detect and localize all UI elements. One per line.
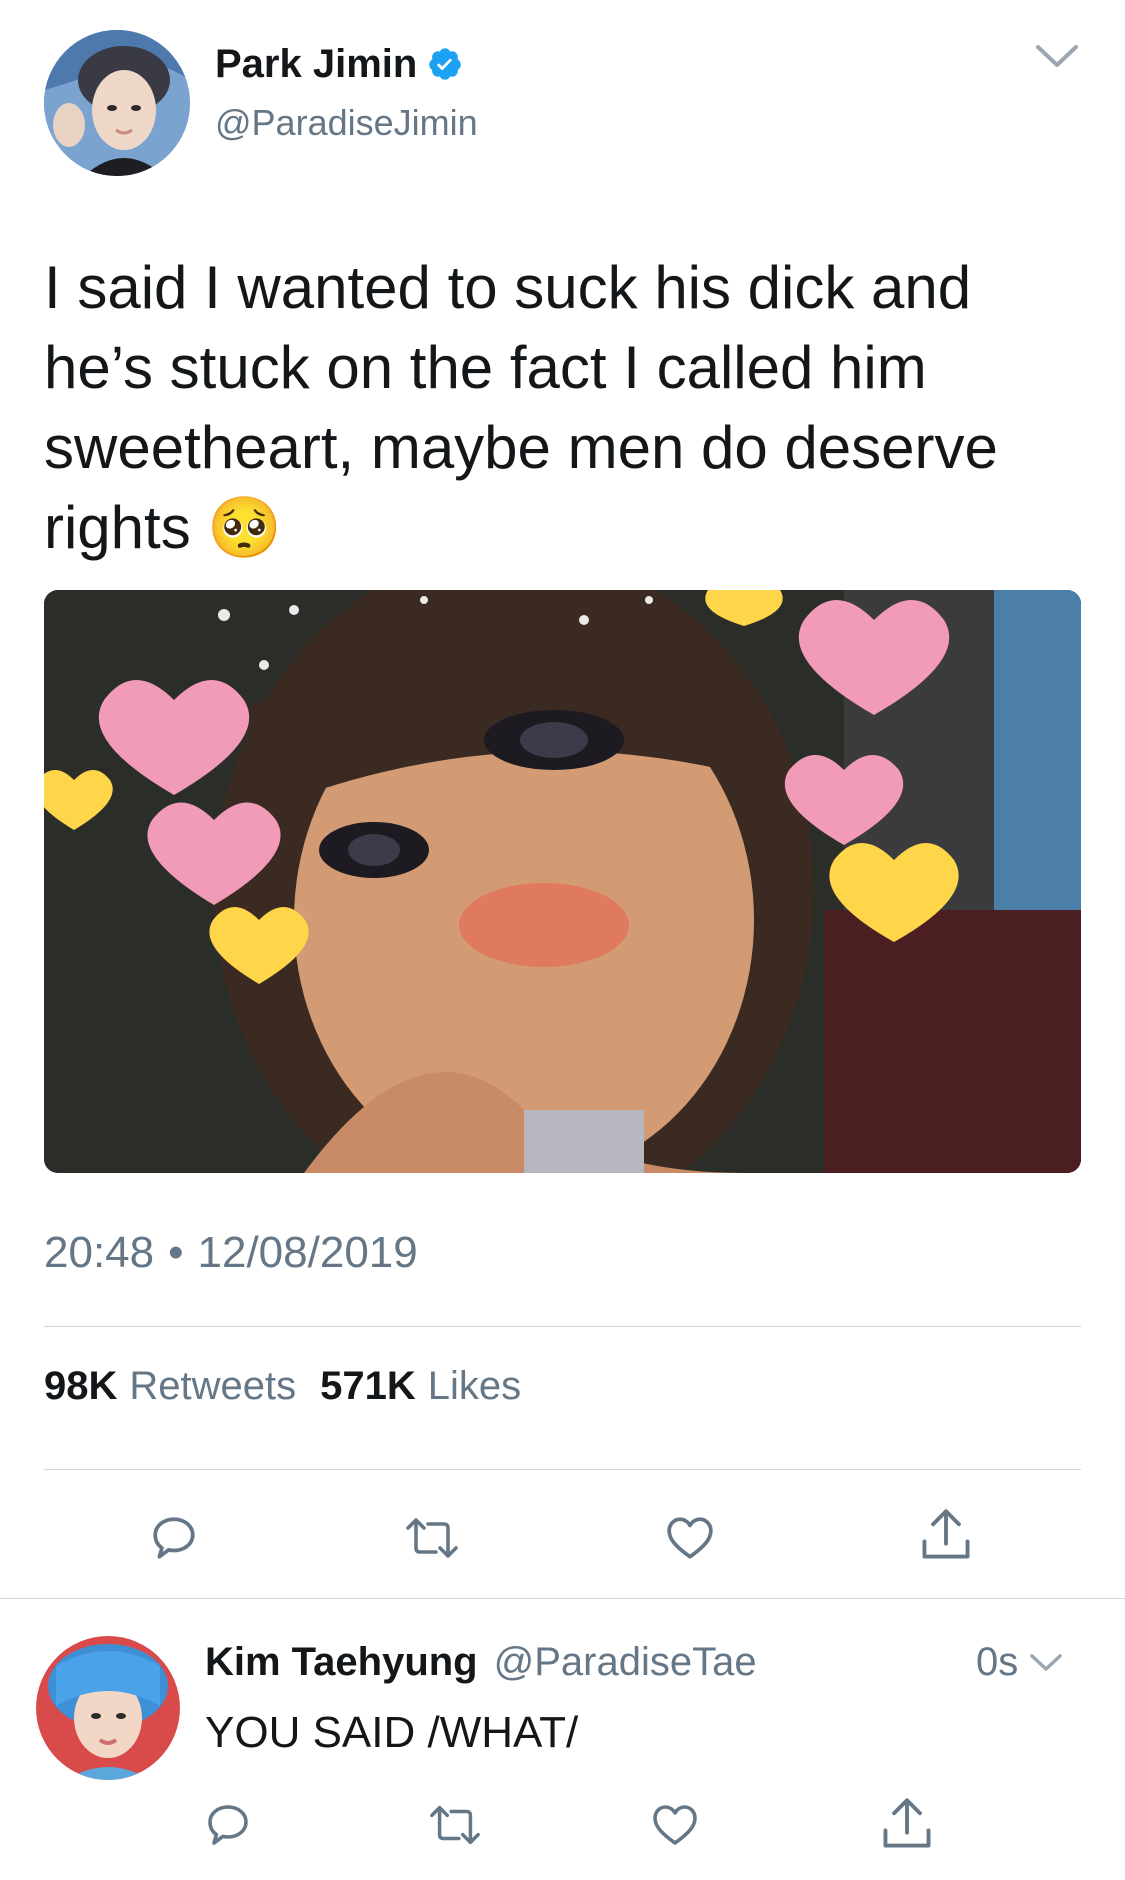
retweets-count: 98K: [44, 1364, 118, 1408]
timestamp-row: 20:48 • 12/08/2019: [44, 1228, 418, 1278]
reply-action-retweet-icon[interactable]: [424, 1796, 486, 1854]
divider-2: [44, 1469, 1081, 1470]
tweet-image[interactable]: [44, 590, 1081, 1173]
reply-meta: 0s: [976, 1636, 1064, 1688]
engagement-stats: 98K Retweets 571K Likes: [44, 1364, 521, 1409]
tweet-date: 12/08/2019: [197, 1228, 418, 1277]
likes-count: 571K: [320, 1364, 416, 1408]
reply-chevron-down-icon[interactable]: [1028, 1650, 1064, 1674]
reply-header: Kim Taehyung @ParadiseTae: [205, 1636, 757, 1688]
reply-text: YOU SAID /WHAT/: [205, 1708, 579, 1757]
likes-label: Likes: [427, 1364, 522, 1408]
divider-1: [44, 1326, 1081, 1327]
reply-author-avatar[interactable]: [36, 1636, 180, 1780]
heart-icon[interactable]: [660, 1508, 720, 1568]
reply-author-name[interactable]: Kim Taehyung: [205, 1640, 478, 1685]
reply-author-handle[interactable]: @ParadiseTae: [494, 1640, 757, 1685]
author-name-row: Park Jimin: [215, 38, 463, 90]
reply-icon[interactable]: [144, 1508, 204, 1568]
verified-badge-icon: [427, 46, 463, 82]
share-icon[interactable]: [916, 1502, 976, 1568]
timestamp-separator: •: [168, 1228, 184, 1277]
retweets-stat[interactable]: 98K Retweets: [44, 1364, 296, 1409]
tweet-time: 20:48: [44, 1228, 155, 1277]
author-name[interactable]: Park Jimin: [215, 42, 417, 87]
tweet-text: I said I wanted to suck his dick and he’…: [44, 254, 998, 561]
divider-3: [0, 1598, 1125, 1599]
retweets-label: Retweets: [129, 1364, 297, 1408]
reply-action-reply-icon[interactable]: [200, 1796, 256, 1854]
reply-action-share-icon[interactable]: [876, 1792, 938, 1856]
retweet-icon[interactable]: [400, 1508, 464, 1568]
chevron-down-icon[interactable]: [1032, 36, 1082, 76]
author-avatar[interactable]: [44, 30, 190, 176]
likes-stat[interactable]: 571K Likes: [320, 1364, 521, 1409]
author-handle[interactable]: @ParadiseJimin: [215, 102, 478, 144]
reply-action-heart-icon[interactable]: [646, 1796, 704, 1854]
reply-time: 0s: [976, 1639, 1019, 1684]
